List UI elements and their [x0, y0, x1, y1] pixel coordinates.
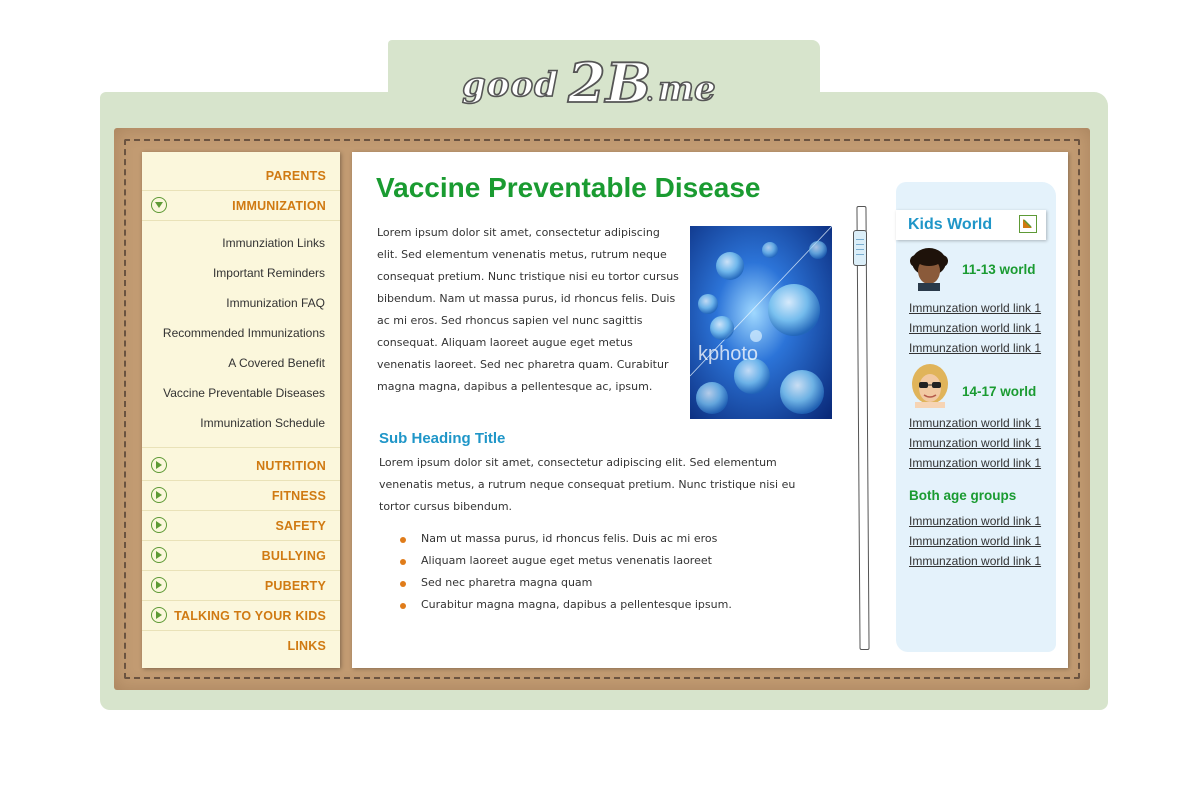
nav-item-links[interactable]: LINKS [142, 631, 340, 661]
kids-world-title: Kids World [908, 216, 993, 233]
boy-avatar[interactable] [908, 247, 950, 291]
nav-item-parents[interactable]: PARENTS [142, 161, 340, 191]
scrollbar-thumb[interactable] [853, 230, 867, 266]
subnav-item[interactable]: Vaccine Preventable Diseases [163, 386, 325, 400]
bullet-icon [400, 537, 406, 543]
grip-line [856, 249, 864, 250]
nav-item-puberty[interactable]: PUBERTY [142, 571, 340, 601]
sub-heading: Sub Heading Title [379, 430, 506, 447]
chevron-right-icon [151, 547, 167, 563]
list-item: Aliquam laoreet augue eget metus venenat… [400, 550, 732, 572]
chevron-right-icon [151, 577, 167, 593]
world-link[interactable]: Immunzation world link 1 [909, 436, 1041, 450]
body-paragraph: Lorem ipsum dolor sit amet, consectetur … [379, 456, 796, 513]
external-link-icon[interactable] [1019, 215, 1037, 233]
girl-avatar[interactable] [909, 364, 951, 408]
nav-item-safety[interactable]: SAFETY [142, 511, 340, 541]
sidebar-nav: PARENTS IMMUNIZATION Immunziation Links … [142, 152, 340, 668]
bullet-icon [400, 559, 406, 565]
nav-item-talking-to-your-kids[interactable]: TALKING TO YOUR KIDS [142, 601, 340, 631]
nav-item-nutrition[interactable]: NUTRITION [142, 451, 340, 481]
bullet-icon [400, 581, 406, 587]
svg-text:good: good [462, 65, 559, 105]
world-title[interactable]: Both age groups [909, 488, 1016, 503]
bullet-list: Nam ut massa purus, id rhoncus felis. Du… [400, 528, 732, 616]
world-link[interactable]: Immunzation world link 1 [909, 534, 1041, 548]
page-title: Vaccine Preventable Disease [376, 172, 761, 203]
world-title[interactable]: 14-17 world [962, 384, 1036, 399]
list-item: Sed nec pharetra magna quam [400, 572, 732, 594]
svg-text:me: me [658, 69, 716, 109]
photo-watermark: kphoto [698, 343, 758, 365]
nav-label: FITNESS [271, 489, 326, 503]
chevron-right-icon [151, 517, 167, 533]
list-item: Curabitur magna magna, dapibus a pellent… [400, 594, 732, 616]
bullet-icon [400, 603, 406, 609]
list-item: Nam ut massa purus, id rhoncus felis. Du… [400, 528, 732, 550]
world-link[interactable]: Immunzation world link 1 [909, 416, 1041, 430]
chevron-down-icon [151, 197, 167, 213]
nav-label: TALKING TO YOUR KIDS [174, 609, 326, 623]
world-link[interactable]: Immunzation world link 1 [909, 514, 1041, 528]
virus-photo: kphoto [690, 226, 832, 419]
divider [142, 447, 340, 448]
nav-label: SAFETY [275, 519, 326, 533]
site-logo[interactable]: good 2B . me [440, 52, 770, 112]
list-item-text: Nam ut massa purus, id rhoncus felis. Du… [421, 532, 718, 545]
nav-label: PUBERTY [264, 579, 326, 593]
subnav-item[interactable]: A Covered Benefit [228, 356, 325, 370]
grip-line [856, 244, 864, 245]
nav-label: LINKS [287, 639, 326, 653]
subnav-item[interactable]: Immunziation Links [222, 236, 325, 250]
chevron-right-icon [151, 487, 167, 503]
world-link[interactable]: Immunzation world link 1 [909, 341, 1041, 355]
subnav-item[interactable]: Recommended Immunizations [163, 326, 325, 340]
nav-label: NUTRITION [256, 459, 326, 473]
grip-line [856, 239, 864, 240]
list-item-text: Aliquam laoreet augue eget metus venenat… [421, 554, 712, 567]
world-title[interactable]: 11-13 world [962, 262, 1036, 277]
nav-label: IMMUNIZATION [232, 199, 326, 213]
svg-text:.: . [645, 73, 655, 108]
chevron-right-icon [151, 607, 167, 623]
world-link[interactable]: Immunzation world link 1 [909, 456, 1041, 470]
grip-line [856, 254, 864, 255]
svg-text:2B: 2B [567, 52, 651, 112]
chevron-right-icon [151, 457, 167, 473]
intro-paragraph: Lorem ipsum dolor sit amet, consectetur … [377, 226, 679, 393]
nav-label: BULLYING [261, 549, 326, 563]
world-link[interactable]: Immunzation world link 1 [909, 301, 1041, 315]
subnav-item[interactable]: Important Reminders [213, 266, 325, 280]
world-link[interactable]: Immunzation world link 1 [909, 321, 1041, 335]
list-item-text: Curabitur magna magna, dapibus a pellent… [421, 598, 732, 611]
subnav-item[interactable]: Immunization Schedule [200, 416, 325, 430]
nav-label: PARENTS [265, 169, 326, 183]
subnav-item[interactable]: Immunization FAQ [226, 296, 325, 310]
nav-item-fitness[interactable]: FITNESS [142, 481, 340, 511]
list-item-text: Sed nec pharetra magna quam [421, 576, 593, 589]
nav-item-bullying[interactable]: BULLYING [142, 541, 340, 571]
world-link[interactable]: Immunzation world link 1 [909, 554, 1041, 568]
nav-item-immunization[interactable]: IMMUNIZATION [142, 191, 340, 221]
